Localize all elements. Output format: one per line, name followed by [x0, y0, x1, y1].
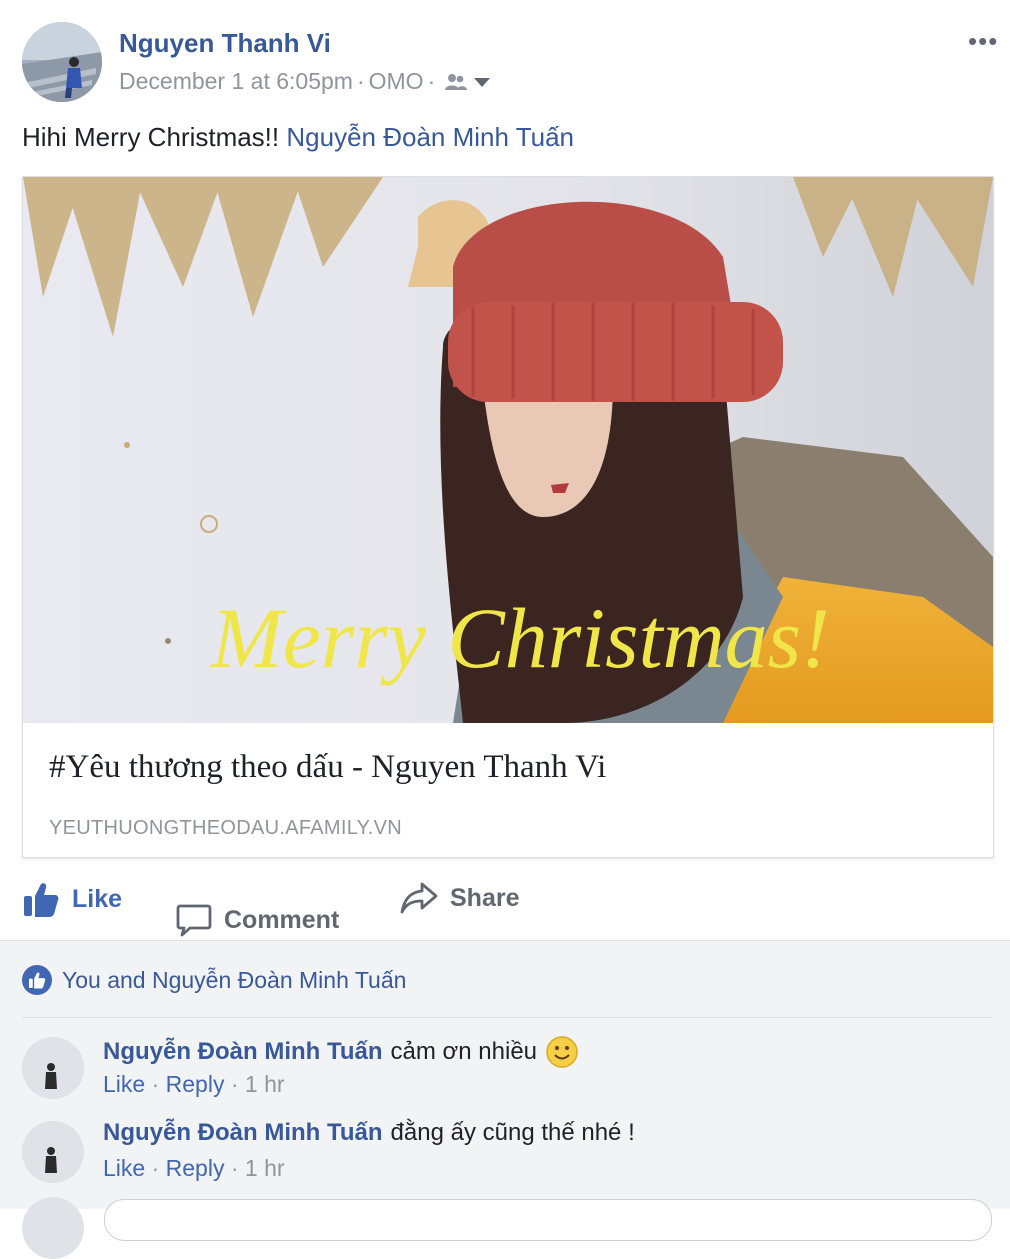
comment-body: Nguyễn Đoàn Minh Tuấn đằng ấy cũng thế n… — [103, 1119, 635, 1147]
comment-body: Nguyễn Đoàn Minh Tuấn cảm ơn nhiều — [103, 1035, 579, 1069]
comment-time[interactable]: 1 hr — [245, 1155, 285, 1181]
comment-label: Comment — [224, 905, 340, 934]
post-mention[interactable]: Nguyễn Đoàn Minh Tuấn — [286, 122, 574, 152]
commenter-name[interactable]: Nguyễn Đoàn Minh Tuấn — [103, 1119, 383, 1147]
like-label: Like — [72, 884, 123, 913]
comment-meta: Like · Reply · 1 hr — [103, 1155, 285, 1182]
post-message: Hihi Merry Christmas!! Nguyễn Đoàn Minh … — [22, 122, 574, 153]
feedback-section: You and Nguyễn Đoàn Minh Tuấn Nguyễn Đoà… — [0, 940, 1010, 1259]
like-reaction-icon — [22, 965, 52, 995]
viewer-avatar — [22, 1197, 84, 1259]
comment-meta: Like · Reply · 1 hr — [103, 1071, 285, 1098]
divider — [22, 1017, 992, 1018]
share-label: Share — [450, 883, 520, 912]
friends-icon[interactable] — [443, 72, 469, 92]
comment-icon — [176, 902, 212, 938]
more-options-icon[interactable]: ••• — [968, 26, 998, 57]
link-title[interactable]: #Yêu thương theo dấu - Nguyen Thanh Vi — [49, 749, 606, 786]
meta-separator: · — [151, 1155, 160, 1181]
link-domain: YEUTHUONGTHEODAU.AFAMILY.VN — [49, 817, 402, 839]
commenter-name[interactable]: Nguyễn Đoàn Minh Tuấn — [103, 1038, 383, 1066]
comment-like-link[interactable]: Like — [103, 1155, 145, 1181]
post-text: Hihi Merry Christmas!! — [22, 122, 280, 152]
meta-separator: · — [230, 1071, 239, 1097]
meta-separator: · — [230, 1155, 239, 1181]
share-button[interactable]: Share — [400, 880, 519, 916]
comment-reply-link[interactable]: Reply — [166, 1155, 225, 1181]
comment-reply-link[interactable]: Reply — [166, 1071, 225, 1097]
comment-item: Nguyễn Đoàn Minh Tuấn cảm ơn nhiều Like … — [22, 1035, 992, 1115]
reactions-text: You and Nguyễn Đoàn Minh Tuấn — [62, 966, 407, 993]
link-preview-image[interactable]: Merry Christmas! — [23, 177, 993, 723]
smile-emoji-icon — [545, 1035, 579, 1069]
chevron-down-icon[interactable] — [473, 76, 491, 88]
post-location[interactable]: OMO — [369, 68, 424, 95]
comment-text: đằng ấy cũng thế nhé ! — [390, 1119, 635, 1146]
post-actions-bar: Like Comment Share — [0, 872, 1010, 937]
thumbs-up-icon — [22, 880, 60, 918]
comment-time[interactable]: 1 hr — [245, 1071, 285, 1097]
meta-separator: · — [151, 1071, 160, 1097]
post: Nguyen Thanh Vi December 1 at 6:05pm · O… — [0, 0, 1010, 940]
commenter-avatar[interactable] — [22, 1037, 84, 1099]
comment-input[interactable] — [104, 1199, 992, 1241]
reactions-summary[interactable]: You and Nguyễn Đoàn Minh Tuấn — [22, 965, 406, 995]
link-preview-card[interactable]: Merry Christmas! #Yêu thương theo dấu - … — [22, 176, 994, 858]
image-overlay-text: Merry Christmas! — [209, 590, 830, 686]
comment-text: cảm ơn nhiều — [390, 1038, 538, 1065]
post-meta: December 1 at 6:05pm · OMO · — [119, 68, 491, 95]
commenter-avatar[interactable] — [22, 1121, 84, 1183]
like-button[interactable]: Like — [22, 880, 122, 918]
comment-item: Nguyễn Đoàn Minh Tuấn đằng ấy cũng thế n… — [22, 1119, 992, 1199]
comment-like-link[interactable]: Like — [103, 1071, 145, 1097]
share-icon — [400, 880, 438, 916]
author-avatar[interactable] — [22, 22, 102, 102]
post-timestamp[interactable]: December 1 at 6:05pm — [119, 68, 353, 95]
comment-composer — [22, 1197, 992, 1259]
post-author-name[interactable]: Nguyen Thanh Vi — [119, 28, 331, 59]
meta-separator: · — [427, 68, 436, 94]
meta-separator: · — [356, 68, 365, 94]
